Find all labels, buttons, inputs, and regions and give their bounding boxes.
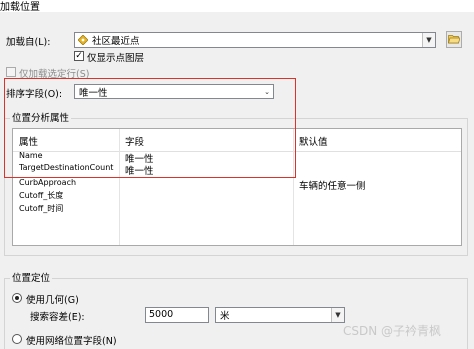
search-tolerance-label: 搜索容差(E): xyxy=(30,312,85,323)
point-layer-icon xyxy=(77,34,89,46)
sort-field-value: 唯一性 xyxy=(79,87,108,99)
cell-property: CurbApproach xyxy=(19,178,77,187)
browse-button[interactable] xyxy=(446,31,462,48)
load-selected-only-label: 仅加载选定行(S) xyxy=(19,69,90,80)
column-header-default: 默认值 xyxy=(299,137,328,148)
title-bar: 加载位置 xyxy=(0,0,474,12)
location-analysis-table[interactable]: 属性 字段 默认值 Name 唯一性 TargetDestinationCoun… xyxy=(12,128,462,246)
cell-property: Name xyxy=(19,151,43,160)
search-tolerance-unit-value: 米 xyxy=(220,311,230,322)
show-points-only-label: 仅显示点图层 xyxy=(87,53,145,64)
window-title: 加载位置 xyxy=(0,2,40,12)
search-tolerance-unit-combo[interactable]: 米 ▼ xyxy=(215,307,345,323)
load-from-label: 加载自(L): xyxy=(6,37,51,48)
show-points-only-checkbox[interactable]: ✓ xyxy=(74,51,84,61)
location-analysis-title: 位置分析属性 xyxy=(10,110,72,124)
table-row[interactable]: Cutoff_长度 xyxy=(13,190,461,201)
chevron-down-icon[interactable]: ▼ xyxy=(331,308,344,322)
cell-property: Cutoff_时间 xyxy=(19,204,64,213)
table-row[interactable]: CurbApproach 车辆的任意一侧 xyxy=(13,178,461,192)
sort-field-combo[interactable]: 唯一性 ⌄ xyxy=(74,84,274,99)
table-row[interactable]: Cutoff_时间 xyxy=(13,203,461,214)
chevron-down-icon[interactable]: ⌄ xyxy=(261,85,273,98)
watermark-text: CSDN @子衿青枫 xyxy=(343,324,442,338)
column-header-property: 属性 xyxy=(19,137,39,148)
use-network-fields-label: 使用网络位置字段(N) xyxy=(26,336,117,347)
use-geometry-radio[interactable] xyxy=(12,293,22,303)
load-selected-only-checkbox[interactable] xyxy=(6,67,16,77)
column-header-field: 字段 xyxy=(125,137,145,148)
location-position-title: 位置定位 xyxy=(10,270,53,284)
load-from-combo[interactable]: 社区最近点 ▼ xyxy=(74,32,436,48)
cell-field: 唯一性 xyxy=(125,166,154,177)
search-tolerance-input[interactable]: 5000 xyxy=(145,307,209,323)
table-row[interactable]: TargetDestinationCount 唯一性 xyxy=(13,163,461,177)
use-network-fields-radio[interactable] xyxy=(12,334,22,344)
table-row[interactable]: Name 唯一性 xyxy=(13,151,461,165)
load-from-value: 社区最近点 xyxy=(92,36,140,47)
open-folder-icon xyxy=(448,33,461,47)
cell-property: Cutoff_长度 xyxy=(19,191,64,200)
use-geometry-label: 使用几何(G) xyxy=(26,295,79,306)
chevron-down-icon[interactable]: ▼ xyxy=(422,33,435,47)
table-header xyxy=(13,129,461,152)
cell-property: TargetDestinationCount xyxy=(19,163,114,172)
sort-field-label: 排序字段(O): xyxy=(6,89,63,100)
